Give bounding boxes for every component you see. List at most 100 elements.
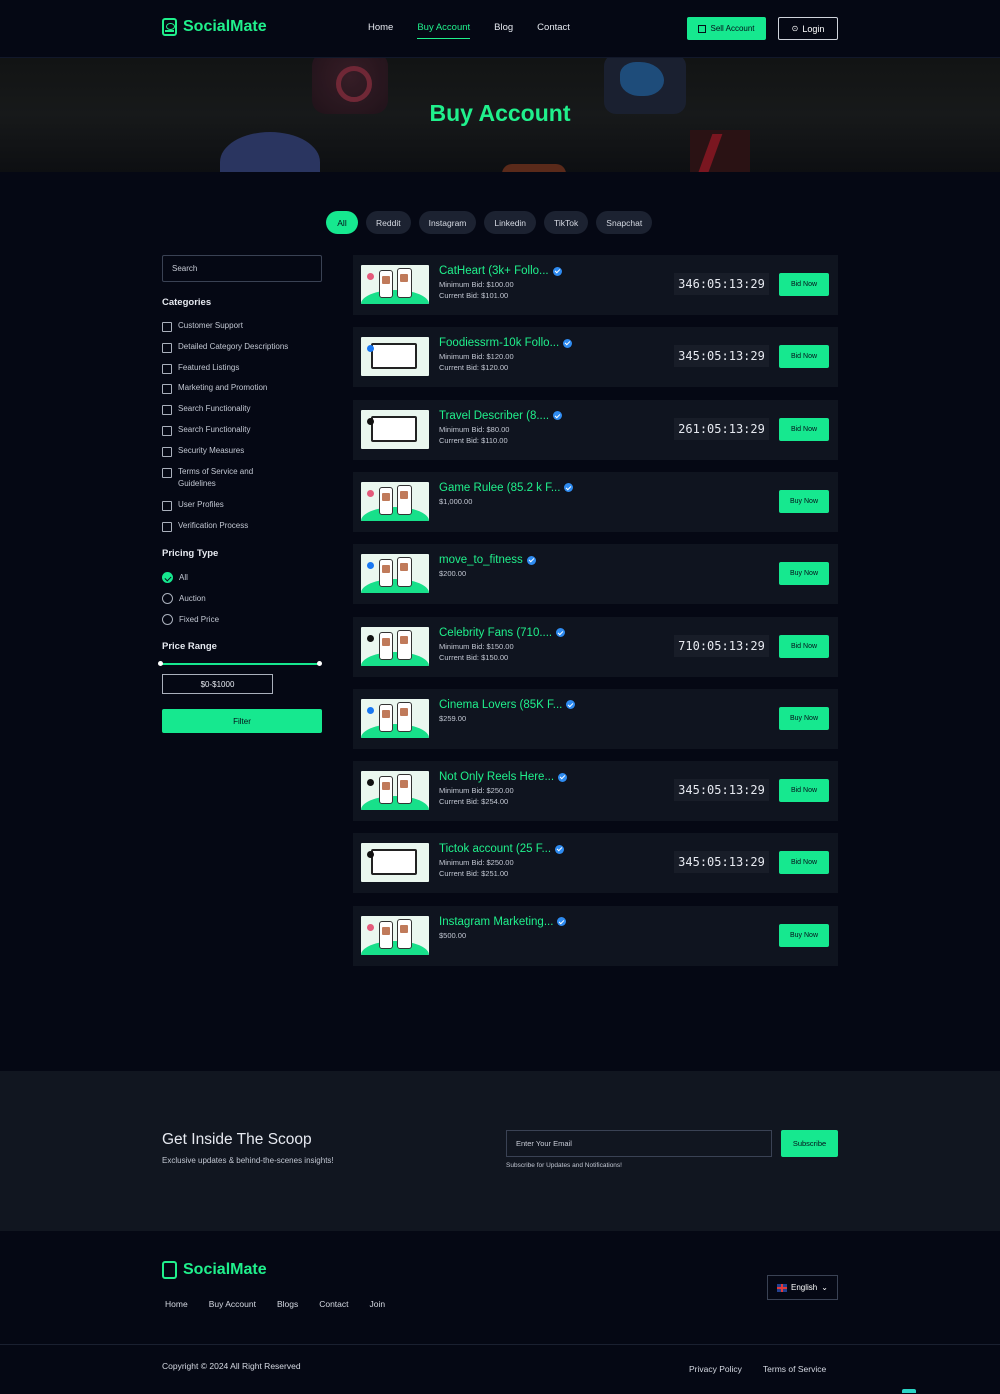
footer-nav-blogs[interactable]: Blogs [277, 1299, 298, 1309]
listing-title[interactable]: Instagram Marketing... [439, 916, 567, 928]
category-item[interactable]: Detailed Category Descriptions [162, 341, 322, 353]
listing-thumbnail[interactable] [361, 265, 429, 304]
radio[interactable] [162, 614, 173, 625]
listing-card[interactable]: Tictok account (25 F... Minimum Bid: $250… [353, 833, 838, 894]
listing-card[interactable]: Instagram Marketing... $500.00 Buy Now [353, 905, 838, 966]
pricing-option-auction[interactable]: Auction [162, 593, 206, 604]
tab-tiktok[interactable]: TikTok [544, 211, 589, 234]
tab-reddit[interactable]: Reddit [366, 211, 411, 234]
category-item[interactable]: Search Functionality [162, 424, 322, 436]
listing-title[interactable]: CatHeart (3k+ Follo... [439, 265, 562, 277]
category-item[interactable]: Featured Listings [162, 362, 322, 374]
checkbox[interactable] [162, 447, 172, 457]
bid-now-button[interactable]: Bid Now [779, 779, 829, 803]
buy-now-button[interactable]: Buy Now [779, 923, 829, 947]
footer-nav-home[interactable]: Home [165, 1299, 188, 1309]
buy-now-button[interactable]: Buy Now [779, 706, 829, 730]
buy-now-button[interactable]: Buy Now [779, 562, 829, 586]
checkbox[interactable] [162, 405, 172, 415]
checkbox[interactable] [162, 322, 172, 332]
brand-logo[interactable]: SocialMate [162, 18, 267, 36]
listing-thumbnail[interactable] [361, 554, 429, 594]
slider-min-handle[interactable] [158, 661, 163, 666]
sell-account-button[interactable]: Sell Account [687, 17, 766, 40]
copyright-text: Copyright © 2024 All Right Reserved [162, 1361, 301, 1371]
checkbox[interactable] [162, 384, 172, 394]
checkbox[interactable] [162, 364, 172, 374]
tab-linkedin[interactable]: Linkedin [484, 211, 537, 234]
category-item[interactable]: Terms of Service and Guidelines [162, 466, 272, 490]
nav-buy-account[interactable]: Buy Account [417, 22, 471, 39]
listing-thumbnail[interactable] [361, 698, 429, 738]
listing-title[interactable]: Game Rulee (85.2 k F... [439, 482, 574, 494]
email-input[interactable]: Enter Your Email [506, 1130, 772, 1157]
listing-thumbnail[interactable] [361, 337, 429, 377]
tab-snapchat[interactable]: Snapchat [596, 211, 653, 234]
checkbox[interactable] [162, 426, 172, 436]
listing-thumbnail[interactable] [361, 481, 429, 521]
footer-nav-buy-account[interactable]: Buy Account [209, 1299, 256, 1309]
bid-now-button[interactable]: Bid Now [779, 345, 829, 369]
slider-max-handle[interactable] [317, 661, 322, 666]
listing-title[interactable]: Foodiessrm-10k Follo... [439, 337, 573, 349]
pricing-label: Auction [179, 594, 206, 603]
footer-logo[interactable]: SocialMate [162, 1261, 267, 1279]
buy-now-button[interactable]: Buy Now [779, 489, 829, 513]
phone-mockup [397, 629, 412, 660]
listing-thumbnail[interactable] [361, 409, 429, 449]
listing-card[interactable]: CatHeart (3k+ Follo... Minimum Bid: $100.… [353, 255, 838, 315]
listing-card[interactable]: Cinema Lovers (85K F... $259.00 Buy Now [353, 688, 838, 749]
pricing-option-all[interactable]: All [162, 572, 188, 583]
checkbox[interactable] [162, 501, 172, 511]
radio[interactable] [162, 593, 173, 604]
nav-blog[interactable]: Blog [494, 22, 513, 39]
footer-nav-join[interactable]: Join [370, 1299, 386, 1309]
tab-all[interactable]: All [326, 211, 358, 234]
language-select[interactable]: English ⌄ [767, 1275, 838, 1300]
chat-widget-icon[interactable] [902, 1389, 916, 1393]
listing-thumbnail[interactable] [361, 915, 429, 955]
subscribe-button[interactable]: Subscribe [781, 1130, 838, 1157]
listing-title[interactable]: move_to_fitness [439, 554, 536, 566]
listing-card[interactable]: Not Only Reels Here... Minimum Bid: $250.… [353, 761, 838, 822]
listing-card[interactable]: move_to_fitness $200.00 Buy Now [353, 544, 838, 605]
thumb-wave [361, 651, 429, 666]
category-item[interactable]: Customer Support [162, 320, 322, 332]
listing-title[interactable]: Tictok account (25 F... [439, 843, 565, 855]
checkbox[interactable] [162, 522, 172, 532]
nav-home[interactable]: Home [368, 22, 393, 39]
category-item[interactable]: Security Measures [162, 445, 322, 457]
nav-contact[interactable]: Contact [537, 22, 570, 39]
category-item[interactable]: Search Functionality [162, 403, 322, 415]
category-item[interactable]: Verification Process [162, 520, 322, 532]
listing-title[interactable]: Travel Describer (8.... [439, 410, 563, 422]
checkbox[interactable] [162, 343, 172, 353]
listing-title[interactable]: Not Only Reels Here... [439, 771, 568, 783]
bid-now-button[interactable]: Bid Now [779, 417, 829, 441]
privacy-policy-link[interactable]: Privacy Policy [689, 1364, 742, 1374]
listing-thumbnail[interactable] [361, 771, 429, 811]
terms-of-service-link[interactable]: Terms of Service [763, 1364, 826, 1374]
listing-card[interactable]: Foodiessrm-10k Follo... Minimum Bid: $120… [353, 327, 838, 388]
listing-card[interactable]: Game Rulee (85.2 k F... $1,000.00 Buy Now [353, 471, 838, 532]
bid-now-button[interactable]: Bid Now [779, 273, 829, 296]
pricing-option-fixed[interactable]: Fixed Price [162, 614, 219, 625]
bid-now-button[interactable]: Bid Now [779, 634, 829, 658]
filter-button[interactable]: Filter [162, 709, 322, 733]
listing-title[interactable]: Celebrity Fans (710.... [439, 627, 566, 639]
listing-title[interactable]: Cinema Lovers (85K F... [439, 699, 576, 711]
footer-nav-contact[interactable]: Contact [319, 1299, 348, 1309]
login-button[interactable]: ⊙ Login [778, 17, 838, 40]
checkbox[interactable] [162, 468, 172, 478]
bid-now-button[interactable]: Bid Now [779, 851, 829, 875]
price-range-slider[interactable] [158, 661, 322, 666]
listing-thumbnail[interactable] [361, 626, 429, 666]
search-input[interactable]: Search [162, 255, 322, 282]
category-item[interactable]: Marketing and Promotion [162, 382, 322, 394]
listing-thumbnail[interactable] [361, 843, 429, 883]
listing-card[interactable]: Celebrity Fans (710.... Minimum Bid: $150… [353, 616, 838, 677]
category-item[interactable]: User Profiles [162, 499, 322, 511]
tab-instagram[interactable]: Instagram [418, 211, 477, 234]
listing-card[interactable]: Travel Describer (8.... Minimum Bid: $80.… [353, 399, 838, 460]
radio-selected[interactable] [162, 572, 173, 583]
